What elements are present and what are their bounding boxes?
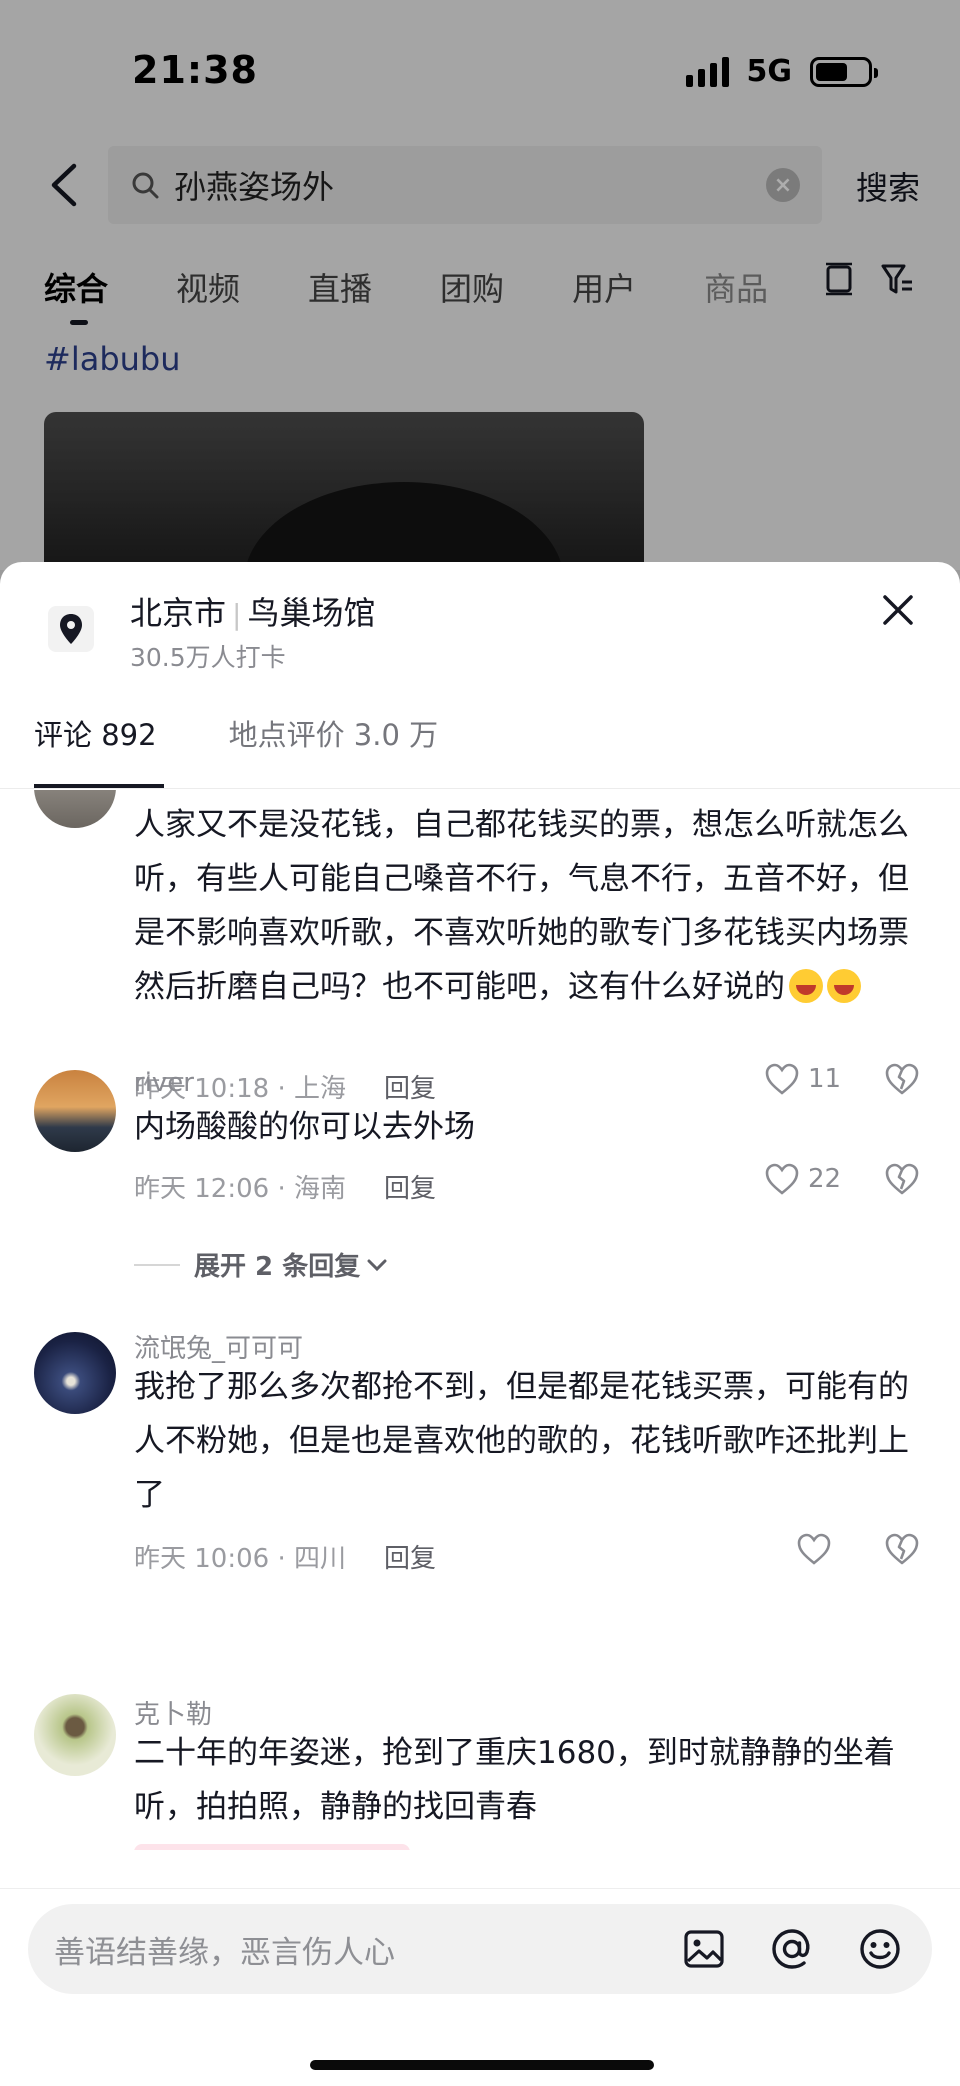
broken-heart-icon[interactable] xyxy=(884,1162,920,1196)
modal-overlay[interactable] xyxy=(0,0,960,570)
like-button[interactable]: 11 xyxy=(764,1062,841,1096)
divider xyxy=(0,788,960,789)
comment-tabs: 评论 892 地点评价 3.0 万 xyxy=(34,712,438,754)
location-title[interactable]: 北京市 | 鸟巢场馆 xyxy=(130,588,375,634)
comment-meta: 昨天 10:06 · 四川 回复 xyxy=(134,1538,436,1575)
laughing-crying-emoji-icon xyxy=(789,969,823,1003)
reply-button[interactable]: 回复 xyxy=(384,1538,436,1575)
attachment-preview[interactable] xyxy=(134,1844,410,1850)
comment-meta: 昨天 12:06 · 海南 回复 xyxy=(134,1168,436,1205)
broken-heart-icon[interactable] xyxy=(884,1062,920,1096)
avatar[interactable] xyxy=(34,1332,116,1414)
comment-text: 内场酸酸的你可以去外场 xyxy=(134,1109,475,1145)
comment-text: 我抢了那么多次都抢不到，但是都是花钱买票，可能有的人不粉她，但是也是喜欢他的歌的… xyxy=(134,1369,909,1513)
heart-icon xyxy=(765,1063,799,1095)
close-icon[interactable] xyxy=(880,592,916,628)
comment-time-location: 昨天 12:06 · 海南 xyxy=(134,1174,346,1204)
tab-location-reviews[interactable]: 地点评价 3.0 万 xyxy=(229,712,439,754)
comment-input-placeholder: 善语结善缘，恶言伤人心 xyxy=(54,1934,395,1971)
like-count: 22 xyxy=(808,1164,842,1194)
expand-replies-button[interactable]: 展开 2 条回复 xyxy=(134,1246,390,1283)
heart-icon xyxy=(797,1533,831,1565)
location-venue: 鸟巢场馆 xyxy=(247,594,376,632)
location-sheet: 北京市 | 鸟巢场馆 30.5万人打卡 评论 892 地点评价 3.0 万 人家又不… xyxy=(0,562,960,2086)
divider xyxy=(134,1263,180,1266)
emoji-button[interactable] xyxy=(854,1923,906,1975)
mention-button[interactable] xyxy=(766,1923,818,1975)
laughing-crying-emoji-icon xyxy=(827,969,861,1003)
home-indicator[interactable] xyxy=(310,2060,654,2070)
comment-text: 二十年的年姿迷，抢到了重庆1680，到时就静静的坐着听，拍拍照，静静的找回青春 xyxy=(134,1735,895,1825)
expand-replies-label: 展开 2 条回复 xyxy=(194,1252,361,1282)
like-count: 11 xyxy=(808,1064,842,1094)
broken-heart-icon[interactable] xyxy=(884,1532,920,1566)
location-pin-icon xyxy=(48,606,94,652)
avatar[interactable] xyxy=(34,1070,116,1152)
like-button[interactable] xyxy=(796,1532,832,1566)
comment-time-location: 昨天 10:06 · 四川 xyxy=(134,1544,346,1574)
comment-list[interactable]: 人家又不是没花钱，自己都花钱买的票，想怎么听就怎么听，有些人可能自己嗓音不行，气… xyxy=(0,790,960,1850)
divider xyxy=(0,1888,960,1889)
avatar[interactable] xyxy=(34,1694,116,1776)
image-button[interactable] xyxy=(678,1923,730,1975)
checkin-count: 30.5万人打卡 xyxy=(130,643,286,672)
image-icon xyxy=(684,1930,724,1968)
like-button[interactable]: 22 xyxy=(764,1162,841,1196)
tab-comments[interactable]: 评论 892 xyxy=(34,712,157,754)
comment-username[interactable]: river xyxy=(134,1068,194,1098)
chevron-down-icon xyxy=(367,1259,387,1271)
emoji-icon xyxy=(860,1929,900,1969)
comment-input[interactable]: 善语结善缘，恶言伤人心 xyxy=(28,1904,932,1994)
reply-button[interactable]: 回复 xyxy=(384,1168,436,1205)
comment-text: 人家又不是没花钱，自己都花钱买的票，想怎么听就怎么听，有些人可能自己嗓音不行，气… xyxy=(134,798,924,1014)
at-icon xyxy=(772,1929,810,1969)
title-divider: | xyxy=(232,598,242,631)
location-city: 北京市 xyxy=(130,594,227,632)
avatar[interactable] xyxy=(34,790,116,828)
heart-icon xyxy=(765,1163,799,1195)
